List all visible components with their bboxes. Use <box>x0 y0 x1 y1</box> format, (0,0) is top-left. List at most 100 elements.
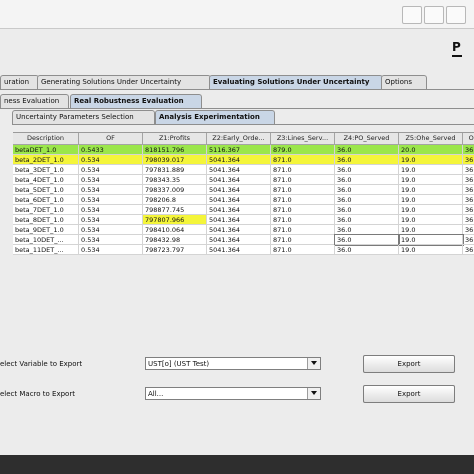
maximize-button[interactable] <box>424 6 444 24</box>
table-cell[interactable]: beta_7DET_1.0 <box>13 205 79 215</box>
table-row[interactable]: beta_5DET_1.0 0.534 798337.009 5041.364 871.… <box>13 185 474 195</box>
table-cell[interactable]: 36+ <box>463 245 474 255</box>
table-cell[interactable]: 871.0 <box>271 225 335 235</box>
table-cell[interactable]: 871.0 <box>271 175 335 185</box>
table-cell[interactable]: 19.0 <box>399 175 463 185</box>
variable-select[interactable]: UST[o] (UST Test) <box>145 357 321 370</box>
table-cell[interactable]: 5041.364 <box>207 215 271 225</box>
table-row[interactable]: beta_11DET_... 0.534 798723.797 5041.364 871… <box>13 245 474 255</box>
table-cell[interactable]: beta_3DET_1.0 <box>13 165 79 175</box>
table-row[interactable]: beta_4DET_1.0 0.534 798343.35 5041.364 871.0… <box>13 175 474 185</box>
table-row[interactable]: beta_2DET_1.0 0.534 798039.017 5041.364 871.… <box>13 155 474 165</box>
table-cell[interactable]: 798723.797 <box>143 245 207 255</box>
chevron-down-icon[interactable] <box>307 388 320 399</box>
table-cell[interactable]: 36+ <box>463 175 474 185</box>
table-cell[interactable]: 5041.364 <box>207 245 271 255</box>
column-header[interactable]: OF <box>79 133 143 145</box>
table-cell[interactable]: 36.0 <box>335 195 399 205</box>
table-cell[interactable]: betaDET_1.0 <box>13 145 79 155</box>
table-cell[interactable]: 19.0 <box>399 155 463 165</box>
table-cell[interactable]: 19.0 <box>399 215 463 225</box>
table-cell[interactable]: 798877.745 <box>143 205 207 215</box>
table-cell[interactable]: 36.0 <box>335 165 399 175</box>
table-cell[interactable]: 36+ <box>463 225 474 235</box>
table-row[interactable]: beta_9DET_1.0 0.534 798410.064 5041.364 871.… <box>13 225 474 235</box>
close-button[interactable] <box>446 6 466 24</box>
table-cell[interactable]: 19.0 <box>399 195 463 205</box>
table-cell[interactable]: 879.0 <box>271 145 335 155</box>
table-cell[interactable]: beta_11DET_... <box>13 245 79 255</box>
column-header[interactable]: Or <box>463 133 474 145</box>
table-cell[interactable]: 871.0 <box>271 205 335 215</box>
table-cell[interactable]: 5041.364 <box>207 235 271 245</box>
tab-configuration[interactable]: uration <box>0 75 39 89</box>
tab-analysis-experimentation[interactable]: Analysis Experimentation <box>155 110 275 124</box>
table-cell[interactable]: 36.0 <box>335 175 399 185</box>
table-cell[interactable]: 5041.364 <box>207 195 271 205</box>
table-cell[interactable]: 20.0 <box>399 145 463 155</box>
table-cell[interactable]: 36.0 <box>335 215 399 225</box>
table-cell[interactable]: 5041.364 <box>207 165 271 175</box>
table-cell[interactable]: 0.534 <box>79 185 143 195</box>
tab-evaluating-solutions[interactable]: Evaluating Solutions Under Uncertainty <box>209 75 383 89</box>
table-cell[interactable]: 0.534 <box>79 215 143 225</box>
table-cell[interactable]: 871.0 <box>271 185 335 195</box>
table-row[interactable]: beta_8DET_1.0 0.534 797807.966 5041.364 871.… <box>13 215 474 225</box>
table-row[interactable]: beta_10DET_... 0.534 798432.98 5041.364 871.… <box>13 234 474 246</box>
table-cell[interactable]: 36+ <box>463 215 474 225</box>
table-cell[interactable]: 0.534 <box>79 235 143 245</box>
table-cell[interactable]: 36.0 <box>335 145 399 155</box>
table-cell[interactable]: 36.0 <box>335 155 399 165</box>
export-variable-button[interactable]: Export <box>363 355 455 373</box>
table-cell[interactable]: 36.0 <box>335 245 399 255</box>
table-cell[interactable]: 36.0 <box>335 205 399 215</box>
table-cell[interactable]: 36+ <box>463 185 474 195</box>
tab-robustness-evaluation[interactable]: ness Evaluation <box>0 94 69 108</box>
table-cell[interactable]: 36 <box>463 155 474 165</box>
table-cell[interactable]: 19.0 <box>399 245 463 255</box>
table-cell[interactable]: 19.0 <box>399 165 463 175</box>
table-cell[interactable]: 36.0 <box>334 234 400 246</box>
table-cell[interactable]: 5041.364 <box>207 225 271 235</box>
table-cell[interactable]: beta_6DET_1.0 <box>13 195 79 205</box>
table-cell[interactable]: 871.0 <box>271 195 335 205</box>
table-cell[interactable]: 797807.966 <box>143 215 207 225</box>
table-cell[interactable]: 19.0 <box>399 205 463 215</box>
table-cell[interactable]: 19.0 <box>398 234 464 246</box>
table-cell[interactable]: 0.534 <box>79 245 143 255</box>
table-cell[interactable]: 5041.364 <box>207 185 271 195</box>
table-cell[interactable]: 0.5433 <box>79 145 143 155</box>
table-cell[interactable]: 871.0 <box>271 235 335 245</box>
table-cell[interactable]: 798206.8 <box>143 195 207 205</box>
table-cell[interactable]: 36+ <box>463 205 474 215</box>
table-row[interactable]: beta_7DET_1.0 0.534 798877.745 5041.364 871.… <box>13 205 474 215</box>
minimize-button[interactable] <box>402 6 422 24</box>
table-cell[interactable]: 871.0 <box>271 155 335 165</box>
table-cell[interactable]: 5041.364 <box>207 205 271 215</box>
column-header[interactable]: Z3:Lines_Serv... <box>271 133 335 145</box>
table-cell[interactable]: 36 <box>463 145 474 155</box>
table-cell[interactable]: beta_8DET_1.0 <box>13 215 79 225</box>
export-macro-button[interactable]: Export <box>363 385 455 403</box>
table-cell[interactable]: 798432.98 <box>143 235 207 245</box>
table-cell[interactable]: 5041.364 <box>207 175 271 185</box>
column-header[interactable]: Z4:PO_Served <box>335 133 399 145</box>
column-header[interactable]: Z5:Ohe_Served <box>399 133 463 145</box>
table-row[interactable]: beta_6DET_1.0 0.534 798206.8 5041.364 871.0 3… <box>13 195 474 205</box>
table-cell[interactable]: 871.0 <box>271 245 335 255</box>
table-cell[interactable]: 871.0 <box>271 165 335 175</box>
table-cell[interactable]: 0.534 <box>79 155 143 165</box>
table-cell[interactable]: 19.0 <box>399 185 463 195</box>
table-cell[interactable]: 797831.889 <box>143 165 207 175</box>
table-cell[interactable]: 36.0 <box>335 225 399 235</box>
table-cell[interactable]: 36.0 <box>335 185 399 195</box>
table-cell[interactable]: 5116.367 <box>207 145 271 155</box>
table-cell[interactable]: 0.534 <box>79 175 143 185</box>
table-cell[interactable]: 5041.364 <box>207 155 271 165</box>
table-cell[interactable]: beta_9DET_1.0 <box>13 225 79 235</box>
table-cell[interactable]: beta_4DET_1.0 <box>13 175 79 185</box>
table-row[interactable]: betaDET_1.0 0.5433 818151.796 5116.367 879.0… <box>13 145 474 155</box>
column-header[interactable]: Z2:Early_Orde... <box>207 133 271 145</box>
results-table[interactable]: Description OF Z1:Profits Z2:Early_Orde... Z… <box>13 132 474 255</box>
table-row[interactable]: beta_3DET_1.0 0.534 797831.889 5041.364 871.… <box>13 165 474 175</box>
